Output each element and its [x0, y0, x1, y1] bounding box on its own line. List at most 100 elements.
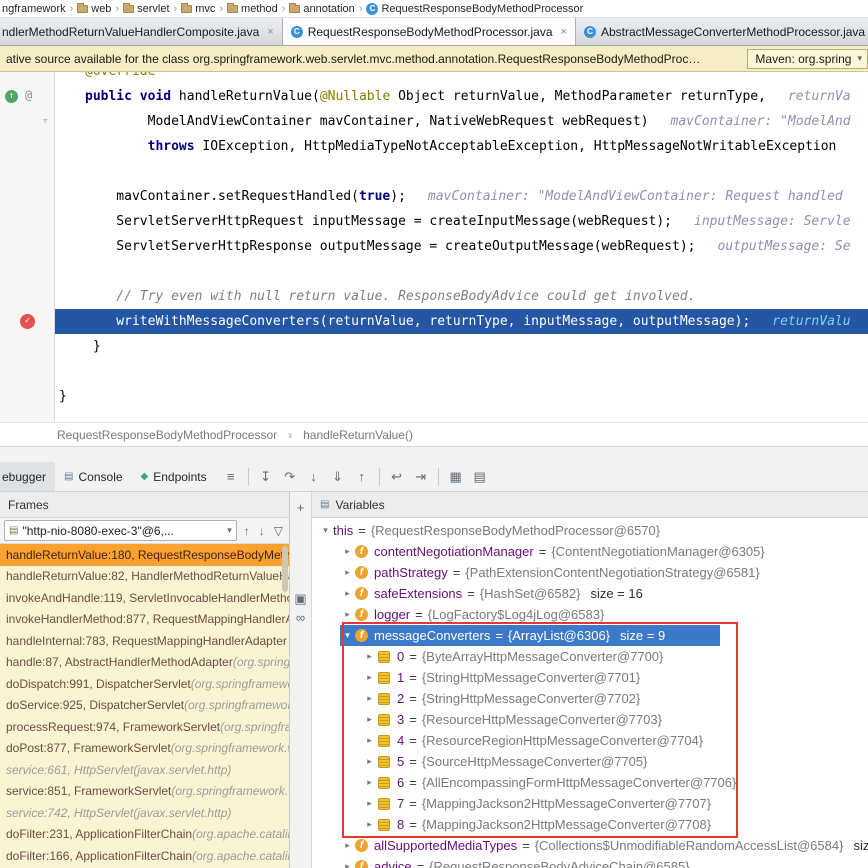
run-to-cursor-icon[interactable]: ⇥	[410, 466, 432, 488]
code-line: // Try even with null return value. Resp…	[85, 284, 868, 309]
variable-name: 1	[397, 670, 404, 685]
thread-label: "http-nio-8080-exec-3"@6,...	[22, 524, 223, 538]
breadcrumb-item[interactable]: annotation	[289, 3, 354, 15]
menu-icon[interactable]: ≡	[220, 466, 242, 488]
chevron-right-icon[interactable]: ▸	[340, 567, 355, 578]
variable-row[interactable]: ▸fcontentNegotiationManager={ContentNego…	[312, 541, 868, 562]
chevron-right-icon[interactable]: ▸	[362, 693, 377, 704]
variable-row[interactable]: ▸5={SourceHttpMessageConverter@7705}	[312, 751, 868, 772]
variable-row[interactable]: ▸fpathStrategy={PathExtensionContentNego…	[312, 562, 868, 583]
folder-icon	[227, 5, 238, 13]
chevron-right-icon[interactable]: ▸	[362, 714, 377, 725]
panel-icon: ▤	[320, 499, 329, 510]
splitter[interactable]	[0, 446, 868, 462]
view-breakpoints-icon[interactable]: ▦	[445, 466, 467, 488]
variable-row[interactable]: ▾this={RequestResponseBodyMethodProcesso…	[312, 520, 868, 541]
chevron-down-icon[interactable]: ▾	[340, 630, 355, 641]
variable-row[interactable]: ▸fallSupportedMediaTypes={Collections$Un…	[312, 835, 868, 856]
variable-row[interactable]: ▸6={AllEncompassingFormHttpMessageConver…	[312, 772, 868, 793]
field-icon: f	[355, 860, 368, 868]
variable-row[interactable]: ▸fsafeExtensions={HashSet@6582}size = 16	[312, 583, 868, 604]
variable-row[interactable]: ▸0={ByteArrayHttpMessageConverter@7700}	[312, 646, 868, 667]
watch-return-values-icon[interactable]: ∞	[292, 608, 310, 626]
chevron-right-icon[interactable]: ▸	[340, 546, 355, 557]
stack-frame[interactable]: doFilter:166, ApplicationFilterChain (or…	[0, 845, 289, 867]
stack-frame[interactable]: handleInternal:783, RequestMappingHandle…	[0, 630, 289, 652]
chevron-right-icon[interactable]: ▸	[340, 861, 355, 868]
variables-header: ▤ Variables	[312, 492, 868, 518]
debug-tab-ebugger[interactable]: ebugger	[0, 462, 55, 491]
step-into-icon[interactable]: ↓	[303, 466, 325, 488]
chevron-right-icon[interactable]: ▸	[362, 777, 377, 788]
editor-tab[interactable]: CRequestResponseBodyMethodProcessor.java…	[283, 18, 576, 45]
chevron-down-icon[interactable]: ▾	[318, 525, 333, 536]
stack-frame[interactable]: service:661, HttpServlet (javax.servlet.…	[0, 759, 289, 781]
stack-frame[interactable]: handleReturnValue:82, HandlerMethodRetur…	[0, 566, 289, 588]
step-over-icon[interactable]: ↷	[279, 466, 301, 488]
variable-row[interactable]: ▸flogger={LogFactory$Log4jLog@6583}	[312, 604, 868, 625]
breadcrumb-item[interactable]: mvc	[181, 3, 215, 15]
show-execution-point-icon[interactable]: ↧	[255, 466, 277, 488]
thread-selector[interactable]: ▤ "http-nio-8080-exec-3"@6,... ▾	[4, 520, 237, 541]
chevron-right-icon[interactable]: ▸	[340, 609, 355, 620]
step-out-icon[interactable]: ↑	[351, 466, 373, 488]
code-area[interactable]: @Overridepublic void handleReturnValue(@…	[55, 72, 868, 422]
stack-frame[interactable]: doService:925, DispatcherServlet (org.sp…	[0, 695, 289, 717]
stack-frame[interactable]: service:742, HttpServlet (javax.servlet.…	[0, 802, 289, 824]
close-icon[interactable]: ×	[561, 26, 567, 38]
override-method-icon[interactable]: ↑	[5, 90, 18, 103]
variable-row[interactable]: ▾fmessageConverters={ArrayList@6306}size…	[312, 625, 868, 646]
variable-row[interactable]: ▸2={StringHttpMessageConverter@7702}	[312, 688, 868, 709]
variable-row[interactable]: ▸1={StringHttpMessageConverter@7701}	[312, 667, 868, 688]
chevron-right-icon[interactable]: ▸	[362, 819, 377, 830]
breakpoint-icon[interactable]: ✓	[20, 314, 35, 329]
variable-row[interactable]: ▸8={MappingJackson2HttpMessageConverter@…	[312, 814, 868, 835]
breadcrumb-item[interactable]: servlet	[123, 3, 169, 15]
add-watch-icon[interactable]: +	[292, 498, 310, 516]
chevron-right-icon[interactable]: ▸	[362, 798, 377, 809]
scrollbar-thumb[interactable]	[282, 546, 288, 592]
variable-row[interactable]: ▸fadvice={RequestResponseBodyAdviceChain…	[312, 856, 868, 868]
stack-frame[interactable]: handle:87, AbstractHandlerMethodAdapter …	[0, 652, 289, 674]
drop-frame-icon[interactable]: ↩	[386, 466, 408, 488]
copy-icon[interactable]: ▣	[292, 590, 310, 608]
breadcrumb-item[interactable]: CRequestResponseBodyMethodProcessor	[366, 3, 583, 15]
variable-row[interactable]: ▸3={ResourceHttpMessageConverter@7703}	[312, 709, 868, 730]
next-frame-icon[interactable]: ↓	[257, 524, 267, 538]
stack-frame[interactable]: doFilter:231, ApplicationFilterChain (or…	[0, 824, 289, 846]
chevron-right-icon[interactable]: ▸	[340, 588, 355, 599]
breadcrumb-class[interactable]: RequestResponseBodyMethodProcessor	[57, 428, 277, 442]
variable-row[interactable]: ▸7={MappingJackson2HttpMessageConverter@…	[312, 793, 868, 814]
source-selector[interactable]: Maven: org.spring ▾	[747, 49, 868, 69]
chevron-right-icon[interactable]: ▸	[362, 651, 377, 662]
breadcrumb-separator: ›	[219, 3, 223, 15]
breadcrumb-item[interactable]: web	[77, 3, 111, 15]
stack-frame[interactable]: doPost:877, FrameworkServlet (org.spring…	[0, 738, 289, 760]
editor-tab[interactable]: ndlerMethodReturnValueHandlerComposite.j…	[0, 18, 283, 45]
stack-frame[interactable]: invokeHandlerMethod:877, RequestMappingH…	[0, 609, 289, 631]
editor-tab[interactable]: CAbstractMessageConverterMethodProcessor…	[576, 18, 868, 45]
force-step-into-icon[interactable]: ⇓	[327, 466, 349, 488]
chevron-right-icon[interactable]: ▸	[362, 735, 377, 746]
stack-frame[interactable]: service:851, FrameworkServlet (org.sprin…	[0, 781, 289, 803]
filter-icon[interactable]: ▽	[272, 524, 285, 538]
stack-frame[interactable]: doDispatch:991, DispatcherServlet (org.s…	[0, 673, 289, 695]
breadcrumb-method[interactable]: handleReturnValue()	[303, 428, 413, 442]
debug-tab-endpoints[interactable]: ◆Endpoints	[132, 462, 216, 491]
stack-frame[interactable]: processRequest:974, FrameworkServlet (or…	[0, 716, 289, 738]
variable-name: logger	[374, 607, 410, 622]
variable-row[interactable]: ▸4={ResourceRegionHttpMessageConverter@7…	[312, 730, 868, 751]
breadcrumb-item[interactable]: ngframework	[2, 3, 66, 15]
debug-tab-console[interactable]: ▤Console	[55, 462, 131, 491]
chevron-right-icon[interactable]: ▸	[340, 840, 355, 851]
stack-frame[interactable]: handleReturnValue:180, RequestResponseBo…	[0, 544, 289, 566]
chevron-right-icon[interactable]: ▸	[362, 672, 377, 683]
close-icon[interactable]: ×	[267, 26, 273, 38]
fold-arrow-icon[interactable]: ▿	[42, 115, 49, 126]
mute-breakpoints-icon[interactable]: ▤	[469, 466, 491, 488]
previous-frame-icon[interactable]: ↑	[242, 524, 252, 538]
stack-frame[interactable]: invokeAndHandle:119, ServletInvocableHan…	[0, 587, 289, 609]
chevron-right-icon[interactable]: ▸	[362, 756, 377, 767]
code-line: writeWithMessageConverters(returnValue, …	[55, 309, 868, 334]
breadcrumb-item[interactable]: method	[227, 3, 278, 15]
